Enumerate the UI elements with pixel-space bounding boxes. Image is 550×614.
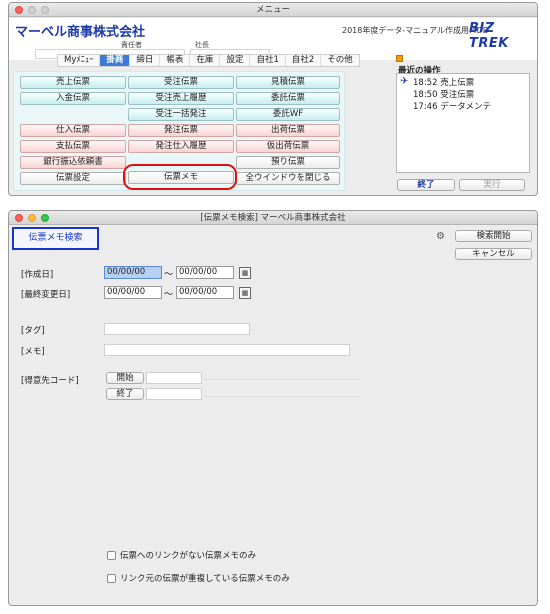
duplicate-link-checkbox[interactable] [107, 573, 116, 583]
created-to-field[interactable]: 00/00/00 [176, 266, 234, 279]
shipment-slip-button[interactable]: 出荷伝票 [236, 124, 340, 137]
modified-to-field[interactable]: 00/00/00 [176, 286, 234, 299]
execute-button[interactable]: 実行 [459, 179, 525, 191]
customer-start-button[interactable]: 開始 [106, 372, 144, 384]
no-link-label: 伝票へのリンクがない伝票メモのみ [120, 551, 257, 561]
order-sales-history-button[interactable]: 受注売上履歴 [128, 92, 234, 105]
recent-item[interactable]: 18:50 受注伝票 [413, 88, 474, 100]
zoom-icon[interactable] [41, 6, 49, 14]
memo-search-label: 伝票メモ検索 [12, 227, 99, 250]
memo-label: [メモ] [21, 347, 45, 357]
end-button[interactable]: 終了 [397, 179, 455, 191]
range-tilde: 〜 [164, 290, 174, 300]
no-link-checkbox[interactable] [107, 550, 116, 560]
order-bulk-place-button[interactable]: 受注一括発注 [128, 108, 234, 121]
pin-icon: ✈ [400, 76, 409, 87]
customer-end-name [204, 396, 360, 397]
no-link-option[interactable]: 伝票へのリンクがない伝票メモのみ [107, 549, 256, 561]
duplicate-link-option[interactable]: リンク元の伝票が重複している伝票メモのみ [107, 572, 290, 584]
minimize-icon[interactable] [28, 214, 36, 222]
menu-tabs: Myﾒﾆｭｰ 掛商 締日 帳表 在庫 設定 自社1 自社2 その他 [57, 54, 360, 67]
recent-item[interactable]: 17:46 データメンテ [413, 100, 491, 112]
customer-code-label: [得意先コード] [21, 376, 79, 386]
modified-from-field[interactable]: 00/00/00 [104, 286, 162, 299]
cancel-button[interactable]: キャンセル [455, 248, 532, 260]
recent-ops-list: ✈ 18:52 売上伝票 18:50 受注伝票 17:46 データメンテ [396, 73, 530, 173]
window-controls [15, 6, 49, 14]
calendar-icon[interactable]: ▦ [239, 287, 251, 299]
customer-start-code[interactable] [146, 372, 202, 384]
tab-settei[interactable]: 設定 [220, 55, 251, 66]
recent-item[interactable]: 18:52 売上伝票 [413, 76, 474, 88]
menu-window: メニュー マーベル商事株式会社 2018年度データ-マニュアル作成用.4DD B… [8, 2, 538, 196]
payment-slip-button[interactable]: 支払伝票 [20, 140, 126, 153]
bank-transfer-request-button[interactable]: 銀行振込依頼書 [20, 156, 126, 169]
close-icon[interactable] [15, 214, 23, 222]
database-name: 2018年度データ-マニュアル作成用.4DD [342, 26, 489, 35]
zoom-icon[interactable] [41, 214, 49, 222]
tag-input[interactable] [104, 323, 250, 335]
customer-end-code[interactable] [146, 388, 202, 400]
customer-end-button[interactable]: 終了 [106, 388, 144, 400]
tab-shimebi[interactable]: 締日 [130, 55, 161, 66]
tab-kakesho[interactable]: 掛商 [100, 55, 131, 66]
slip-memo-highlight [123, 164, 237, 190]
search-window-titlebar: [伝票メモ検索] マーベル商事株式会社 [9, 211, 537, 225]
search-window: [伝票メモ検索] マーベル商事株式会社 伝票メモ検索 ⚙ 検索開始 キャンセル … [8, 210, 538, 606]
consign-wf-button[interactable]: 委託WF [236, 108, 340, 121]
minimize-icon[interactable] [28, 6, 36, 14]
recent-ops-icon [396, 55, 403, 62]
tab-sonota[interactable]: その他 [321, 55, 359, 66]
biztrek-logo: BIZ TREK [469, 21, 509, 51]
duplicate-link-label: リンク元の伝票が重複している伝票メモのみ [120, 574, 290, 584]
menu-window-titlebar: メニュー [9, 3, 537, 17]
sales-slip-button[interactable]: 売上伝票 [20, 76, 126, 89]
close-all-windows-button[interactable]: 全ウインドウを閉じる [236, 172, 340, 185]
place-purchase-history-button[interactable]: 発注仕入履歴 [128, 140, 234, 153]
memo-input[interactable] [104, 344, 350, 356]
window-controls [15, 214, 49, 222]
deposit-slip-button[interactable]: 入金伝票 [20, 92, 126, 105]
created-from-field[interactable]: 00/00/00 [104, 266, 162, 279]
tag-label: [タグ] [21, 326, 45, 336]
consign-slip-button[interactable]: 委託伝票 [236, 92, 340, 105]
tab-chohyo[interactable]: 帳表 [160, 55, 191, 66]
calendar-icon[interactable]: ▦ [239, 267, 251, 279]
tab-mymenu[interactable]: Myﾒﾆｭｰ [58, 55, 101, 66]
company-name: マーベル商事株式会社 [15, 25, 146, 40]
search-window-title: [伝票メモ検索] マーベル商事株式会社 [200, 213, 346, 223]
deposit-hold-slip-button[interactable]: 預り伝票 [236, 156, 340, 169]
purchase-slip-button[interactable]: 仕入伝票 [20, 124, 126, 137]
quote-slip-button[interactable]: 見積伝票 [236, 76, 340, 89]
place-order-slip-button[interactable]: 発注伝票 [128, 124, 234, 137]
order-slip-button[interactable]: 受注伝票 [128, 76, 234, 89]
search-start-button[interactable]: 検索開始 [455, 230, 532, 242]
modified-date-label: [最終変更日] [21, 290, 71, 300]
close-icon[interactable] [15, 6, 23, 14]
customer-start-name [204, 379, 360, 380]
tab-zaiko[interactable]: 在庫 [190, 55, 221, 66]
range-tilde: 〜 [164, 270, 174, 280]
tab-jisha2[interactable]: 自社2 [286, 55, 322, 66]
menu-window-title: メニュー [255, 5, 290, 15]
gear-icon[interactable]: ⚙ [436, 231, 445, 242]
slip-settings-button[interactable]: 伝票設定 [20, 172, 126, 185]
temp-shipment-slip-button[interactable]: 仮出荷伝票 [236, 140, 340, 153]
created-date-label: [作成日] [21, 270, 54, 280]
tab-jisha1[interactable]: 自社1 [250, 55, 286, 66]
